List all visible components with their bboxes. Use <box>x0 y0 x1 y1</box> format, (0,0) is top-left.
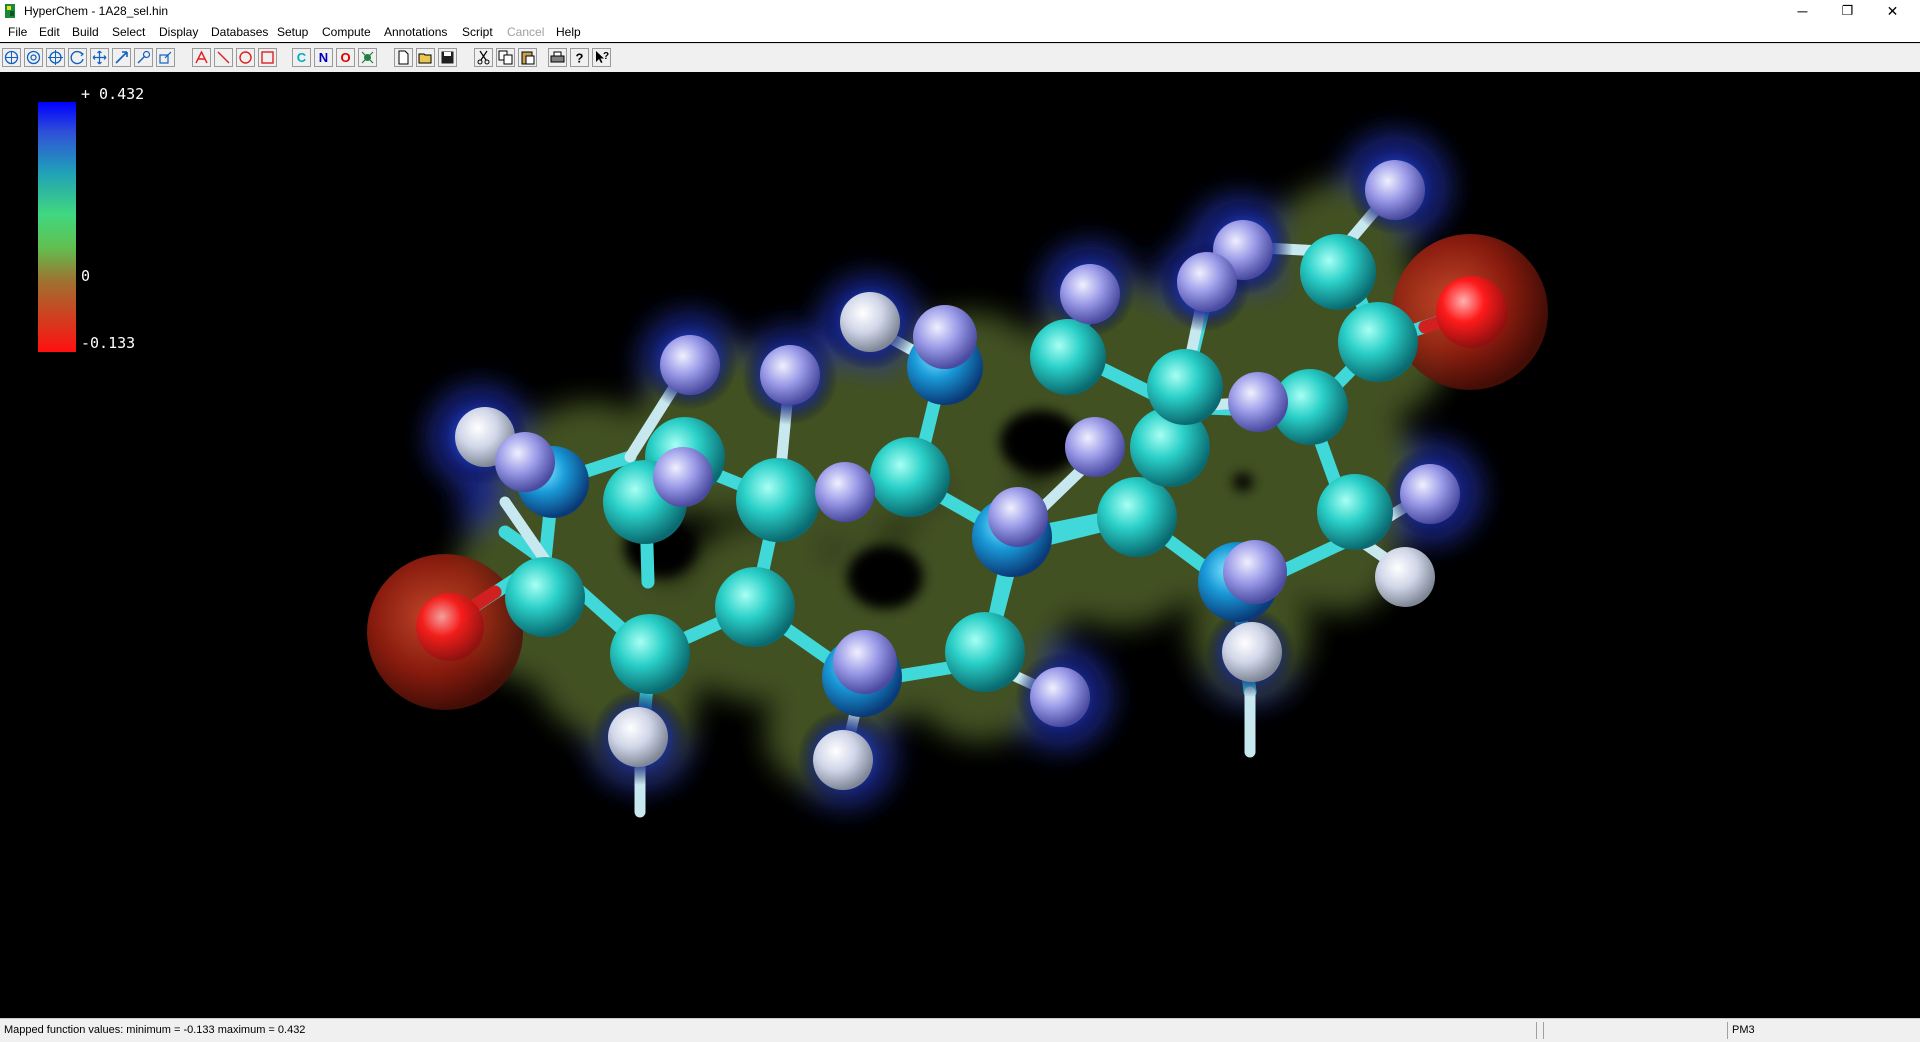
status-divider <box>1536 1022 1537 1039</box>
select-tool-icon <box>26 50 41 65</box>
window-title: HyperChem - 1A28_sel.hin <box>24 4 169 18</box>
draw-tool-button[interactable] <box>2 48 21 67</box>
translate-xy-button[interactable] <box>90 48 109 67</box>
select-tool-button[interactable] <box>24 48 43 67</box>
rectangle-annotation-button[interactable] <box>258 48 277 67</box>
new-file-button[interactable] <box>394 48 413 67</box>
paste-button[interactable] <box>518 48 537 67</box>
menu-display[interactable]: Display <box>159 25 198 39</box>
menu-cancel[interactable]: Cancel <box>507 25 544 39</box>
menu-build[interactable]: Build <box>72 25 99 39</box>
open-file-button[interactable] <box>416 48 435 67</box>
clip-tool-button[interactable] <box>156 48 175 67</box>
save-disk-icon <box>441 51 454 64</box>
menu-databases[interactable]: Databases <box>211 25 268 39</box>
hyperchem-window: HyperChem - 1A28_sel.hin ─ ❐ ✕ File Edit… <box>0 0 1920 1042</box>
status-bar: Mapped function values: minimum = -0.133… <box>0 1018 1920 1042</box>
new-file-icon <box>398 50 409 65</box>
template-icon <box>361 51 374 64</box>
status-message: Mapped function values: minimum = -0.133… <box>4 1024 306 1036</box>
save-file-button[interactable] <box>438 48 457 67</box>
menu-script[interactable]: Script <box>462 25 493 39</box>
text-annotation-button[interactable] <box>192 48 211 67</box>
menu-bar: File Edit Build Select Display Databases… <box>0 22 1920 42</box>
help-button[interactable]: ? <box>570 48 589 67</box>
svg-text:?: ? <box>576 51 584 66</box>
menu-compute[interactable]: Compute <box>322 25 371 39</box>
print-button[interactable] <box>548 48 567 67</box>
zoom-tool-icon <box>137 50 151 64</box>
rotate-xy-icon <box>48 50 63 65</box>
toolbar: C N O ? ? <box>0 43 1920 73</box>
copy-button[interactable] <box>496 48 515 67</box>
carbon-element-button[interactable]: C <box>292 48 311 67</box>
printer-icon <box>550 51 565 63</box>
oxygen-element-button[interactable]: O <box>336 48 355 67</box>
hyperchem-app-icon <box>5 4 15 18</box>
text-annotation-icon <box>195 50 208 64</box>
menu-annotations[interactable]: Annotations <box>384 25 447 39</box>
draw-tool-icon <box>4 50 19 65</box>
menu-select[interactable]: Select <box>112 25 145 39</box>
translate-xy-icon <box>92 50 107 65</box>
svg-text:?: ? <box>603 51 609 62</box>
carbon-element-label: C <box>296 50 307 65</box>
restore-button[interactable]: ❐ <box>1825 0 1870 22</box>
status-divider <box>1727 1022 1728 1039</box>
menu-file[interactable]: File <box>8 25 27 39</box>
clip-tool-icon <box>159 51 172 64</box>
translate-z-icon <box>115 51 128 64</box>
copy-icon <box>498 50 513 65</box>
context-help-button[interactable]: ? <box>592 48 611 67</box>
close-button[interactable]: ✕ <box>1870 0 1915 22</box>
question-mark-icon: ? <box>576 51 584 66</box>
minimize-button[interactable]: ─ <box>1780 0 1825 22</box>
menu-help[interactable]: Help <box>556 25 581 39</box>
open-folder-icon <box>418 53 432 64</box>
rotate-z-icon <box>70 50 84 65</box>
scissors-icon <box>477 50 490 65</box>
ellipse-annotation-button[interactable] <box>236 48 255 67</box>
line-annotation-icon <box>217 51 230 64</box>
oxygen-element-label: O <box>340 50 351 65</box>
rotate-xy-button[interactable] <box>46 48 65 67</box>
paste-clipboard-icon <box>521 51 535 65</box>
context-help-icon: ? <box>596 51 609 63</box>
menu-edit[interactable]: Edit <box>39 25 60 39</box>
nitrogen-element-button[interactable]: N <box>314 48 333 67</box>
molecule-workspace[interactable]: + 0.432 0 -0.133 <box>0 72 1920 1018</box>
computation-method: PM3 <box>1732 1024 1755 1036</box>
ellipse-annotation-icon <box>239 51 252 64</box>
rotate-z-button[interactable] <box>68 48 87 67</box>
status-divider <box>1543 1022 1544 1039</box>
title-bar: HyperChem - 1A28_sel.hin ─ ❐ ✕ <box>0 0 1920 22</box>
cut-button[interactable] <box>474 48 493 67</box>
menu-setup[interactable]: Setup <box>277 25 308 39</box>
zoom-tool-button[interactable] <box>134 48 153 67</box>
line-annotation-button[interactable] <box>214 48 233 67</box>
nitrogen-element-label: N <box>318 50 329 65</box>
molecule-render <box>367 132 1548 818</box>
template-button[interactable] <box>358 48 377 67</box>
translate-z-button[interactable] <box>112 48 131 67</box>
rectangle-annotation-icon <box>261 51 274 64</box>
